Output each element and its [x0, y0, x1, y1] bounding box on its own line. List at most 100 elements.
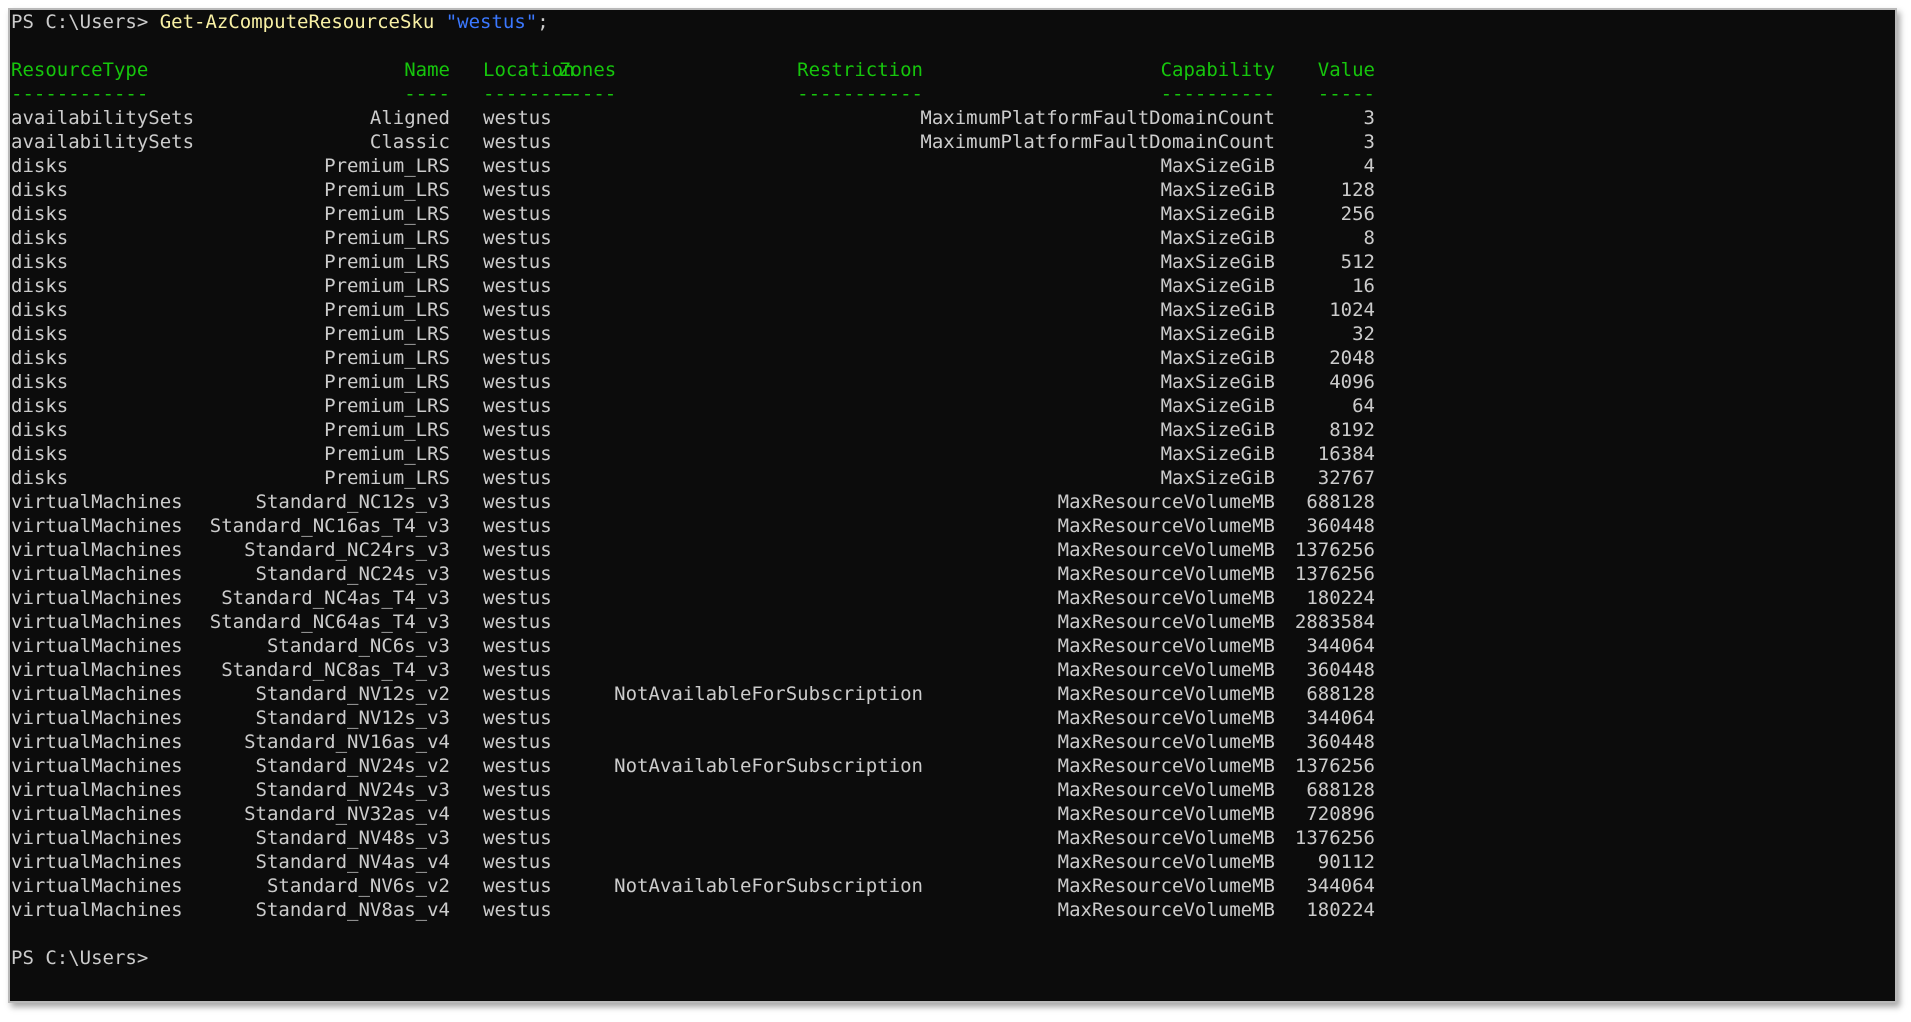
- cell-value: 128: [1340, 179, 1375, 201]
- cell-capability: MaxSizeGiB: [1160, 467, 1275, 489]
- cell-capability: MaxResourceVolumeMB: [1057, 707, 1275, 729]
- cell-resource-type: disks: [11, 347, 69, 369]
- cell-capability: MaxSizeGiB: [1160, 275, 1275, 297]
- cell-location: westus: [483, 179, 552, 201]
- cell-name: Premium_LRS: [324, 347, 450, 369]
- table-row: virtualMachines Standard_NV32as_v4 westus M…: [11, 802, 1895, 826]
- cell-resource-type: disks: [11, 395, 69, 417]
- cell-capability: MaxResourceVolumeMB: [1057, 587, 1275, 609]
- cell-location: westus: [483, 515, 552, 537]
- table-row: disks Premium_LRS westus MaxSizeGiB 1024: [11, 298, 1895, 322]
- cell-resource-type: virtualMachines: [11, 875, 183, 897]
- cell-name: Premium_LRS: [324, 155, 450, 177]
- cell-resource-type: disks: [11, 299, 69, 321]
- cell-capability: MaxSizeGiB: [1160, 227, 1275, 249]
- cell-location: westus: [483, 227, 552, 249]
- table-row: disks Premium_LRS westus MaxSizeGiB 4096: [11, 370, 1895, 394]
- cell-name: Premium_LRS: [324, 251, 450, 273]
- cell-name: Standard_NC8as_T4_v3: [221, 659, 450, 681]
- cell-resource-type: virtualMachines: [11, 731, 183, 753]
- cell-location: westus: [483, 731, 552, 753]
- table-row: disks Premium_LRS westus MaxSizeGiB 512: [11, 250, 1895, 274]
- cell-capability: MaxResourceVolumeMB: [1057, 635, 1275, 657]
- cell-value: 688128: [1306, 491, 1375, 513]
- cell-value: 688128: [1306, 779, 1375, 801]
- table-row: virtualMachines Standard_NC64as_T4_v3 west…: [11, 610, 1895, 634]
- cell-location: westus: [483, 419, 552, 441]
- table-row: disks Premium_LRS westus MaxSizeGiB 128: [11, 178, 1895, 202]
- table-row: virtualMachines Standard_NC16as_T4_v3 west…: [11, 514, 1895, 538]
- cell-value: 32767: [1317, 467, 1375, 489]
- table-row: disks Premium_LRS westus MaxSizeGiB 32: [11, 322, 1895, 346]
- cell-capability: MaxResourceVolumeMB: [1057, 491, 1275, 513]
- cell-location: westus: [483, 443, 552, 465]
- cell-resource-type: disks: [11, 179, 69, 201]
- cell-capability: MaxSizeGiB: [1160, 203, 1275, 225]
- cell-location: westus: [483, 707, 552, 729]
- cell-value: 8192: [1329, 419, 1375, 441]
- cell-capability: MaxSizeGiB: [1160, 323, 1275, 345]
- cell-resource-type: disks: [11, 443, 69, 465]
- table-row: virtualMachines Standard_NV48s_v3 westus Ma…: [11, 826, 1895, 850]
- prompt: PS C:\Users>: [11, 947, 149, 969]
- cell-resource-type: disks: [11, 419, 69, 441]
- cell-capability: MaxSizeGiB: [1160, 155, 1275, 177]
- cell-value: 512: [1340, 251, 1375, 273]
- table-header: ResourceType Name Location Zones Restric…: [11, 58, 1895, 82]
- cell-value: 1376256: [1294, 755, 1375, 777]
- cell-location: westus: [483, 203, 552, 225]
- header-resource-type: ResourceType: [11, 59, 149, 81]
- cell-value: 1376256: [1294, 539, 1375, 561]
- cell-value: 64: [1352, 395, 1375, 417]
- cell-value: 344064: [1306, 707, 1375, 729]
- table-row: availabilitySets Classic westus MaximumPlat…: [11, 130, 1895, 154]
- cell-restriction: NotAvailableForSubscription: [614, 875, 923, 897]
- table-row: disks Premium_LRS westus MaxSizeGiB 64: [11, 394, 1895, 418]
- cell-name: Standard_NV12s_v2: [255, 683, 450, 705]
- table-row: virtualMachines Standard_NV8as_v4 westus Ma…: [11, 898, 1895, 922]
- cell-name: Standard_NV12s_v3: [255, 707, 450, 729]
- cell-location: westus: [483, 395, 552, 417]
- table-row: virtualMachines Standard_NV6s_v2 westus Not…: [11, 874, 1895, 898]
- underline-value: -----: [1317, 83, 1375, 105]
- cell-name: Premium_LRS: [324, 275, 450, 297]
- table-body: availabilitySets Aligned westus MaximumPlat…: [11, 106, 1895, 922]
- prompt-line: PS C:\Users>: [11, 946, 1895, 970]
- underline-restriction: -----------: [797, 83, 923, 105]
- cell-location: westus: [483, 563, 552, 585]
- underline-resource-type: ------------: [11, 83, 149, 105]
- cell-capability: MaximumPlatformFaultDomainCount: [920, 131, 1275, 153]
- cell-resource-type: virtualMachines: [11, 899, 183, 921]
- cell-location: westus: [483, 251, 552, 273]
- cell-name: Standard_NC12s_v3: [255, 491, 450, 513]
- cell-capability: MaxResourceVolumeMB: [1057, 851, 1275, 873]
- cell-resource-type: virtualMachines: [11, 851, 183, 873]
- table-row: disks Premium_LRS westus MaxSizeGiB 4: [11, 154, 1895, 178]
- cell-resource-type: virtualMachines: [11, 827, 183, 849]
- cell-value: 4096: [1329, 371, 1375, 393]
- cell-resource-type: disks: [11, 275, 69, 297]
- underline-zones: -----: [559, 83, 617, 105]
- cell-value: 360448: [1306, 659, 1375, 681]
- cell-resource-type: disks: [11, 203, 69, 225]
- cell-capability: MaxResourceVolumeMB: [1057, 899, 1275, 921]
- cell-resource-type: virtualMachines: [11, 491, 183, 513]
- table-row: availabilitySets Aligned westus MaximumPlat…: [11, 106, 1895, 130]
- cell-name: Standard_NV32as_v4: [244, 803, 450, 825]
- cell-resource-type: virtualMachines: [11, 563, 183, 585]
- cell-resource-type: virtualMachines: [11, 755, 183, 777]
- cell-value: 2883584: [1294, 611, 1375, 633]
- cell-name: Standard_NV24s_v2: [255, 755, 450, 777]
- cell-capability: MaxResourceVolumeMB: [1057, 683, 1275, 705]
- table-row: virtualMachines Standard_NC6s_v3 westus Max…: [11, 634, 1895, 658]
- cell-capability: MaxResourceVolumeMB: [1057, 779, 1275, 801]
- cell-location: westus: [483, 899, 552, 921]
- underline-capability: ----------: [1160, 83, 1275, 105]
- cell-resource-type: virtualMachines: [11, 707, 183, 729]
- cell-name: Aligned: [369, 107, 450, 129]
- cell-value: 16384: [1317, 443, 1375, 465]
- cell-resource-type: availabilitySets: [11, 107, 195, 129]
- cell-value: 180224: [1306, 899, 1375, 921]
- table-row: disks Premium_LRS westus MaxSizeGiB 8: [11, 226, 1895, 250]
- console-output[interactable]: PS C:\Users> Get-AzComputeResourceSku "w…: [10, 10, 1895, 1001]
